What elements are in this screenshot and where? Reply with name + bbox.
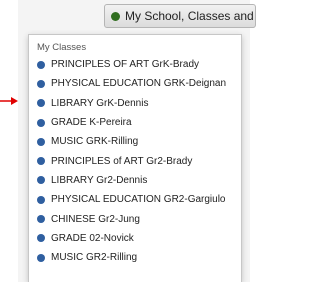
class-item-label: MUSIC GRK-Rilling — [51, 136, 139, 148]
class-item-label: PRINCIPLES OF ART GrK-Brady — [51, 59, 200, 71]
class-item-label: CHINESE Gr2-Jung — [51, 213, 140, 225]
class-item-label: LIBRARY GrK-Dennis — [51, 97, 149, 109]
class-item-label: PHYSICAL EDUCATION GRK-Deignan — [51, 78, 227, 90]
class-item[interactable]: PRINCIPLES of ART Gr2-Brady — [29, 151, 241, 170]
class-group-selector-button[interactable]: My School, Classes and Groups — [104, 4, 256, 28]
class-item-label: LIBRARY Gr2-Dennis — [51, 174, 148, 186]
class-dot-icon — [37, 215, 45, 224]
class-dot-icon — [37, 253, 45, 262]
class-list: PRINCIPLES OF ART GrK-Brady PHYSICAL EDU… — [29, 55, 241, 267]
class-item[interactable]: LIBRARY GrK-Dennis — [29, 94, 241, 113]
class-item[interactable]: LIBRARY Gr2-Dennis — [29, 171, 241, 190]
class-item[interactable]: GRADE K-Pereira — [29, 113, 241, 132]
red-pointer-arrow-icon — [0, 97, 18, 105]
class-group-selector-label: My School, Classes and Groups — [125, 9, 255, 23]
class-item-label: MUSIC GR2-Rilling — [51, 252, 138, 264]
class-item-label: PRINCIPLES of ART Gr2-Brady — [51, 155, 193, 167]
class-dot-icon — [37, 99, 45, 108]
classes-dropdown-menu: My Classes PRINCIPLES OF ART GrK-Brady P… — [28, 34, 242, 282]
class-dot-icon — [37, 195, 45, 204]
class-dot-icon — [37, 79, 45, 88]
class-dot-icon — [37, 118, 45, 127]
class-item[interactable]: PRINCIPLES OF ART GrK-Brady — [29, 55, 241, 74]
class-item-label: GRADE 02-Novick — [51, 232, 134, 244]
class-item[interactable]: CHINESE Gr2-Jung — [29, 209, 241, 228]
class-dot-icon — [37, 60, 45, 69]
class-dot-icon — [37, 137, 45, 146]
class-item[interactable]: PHYSICAL EDUCATION GR2-Gargiulo — [29, 190, 241, 209]
class-item-label: GRADE K-Pereira — [51, 117, 132, 129]
class-dot-icon — [37, 176, 45, 185]
status-dot-icon — [111, 11, 120, 21]
menu-section-title: My Classes — [37, 42, 87, 53]
class-item-label: PHYSICAL EDUCATION GR2-Gargiulo — [51, 194, 226, 206]
class-item[interactable]: MUSIC GRK-Rilling — [29, 132, 241, 151]
class-dot-icon — [37, 157, 45, 166]
class-item[interactable]: GRADE 02-Novick — [29, 229, 241, 248]
class-item[interactable]: MUSIC GR2-Rilling — [29, 248, 241, 267]
class-dot-icon — [37, 234, 45, 243]
class-item[interactable]: PHYSICAL EDUCATION GRK-Deignan — [29, 74, 241, 93]
